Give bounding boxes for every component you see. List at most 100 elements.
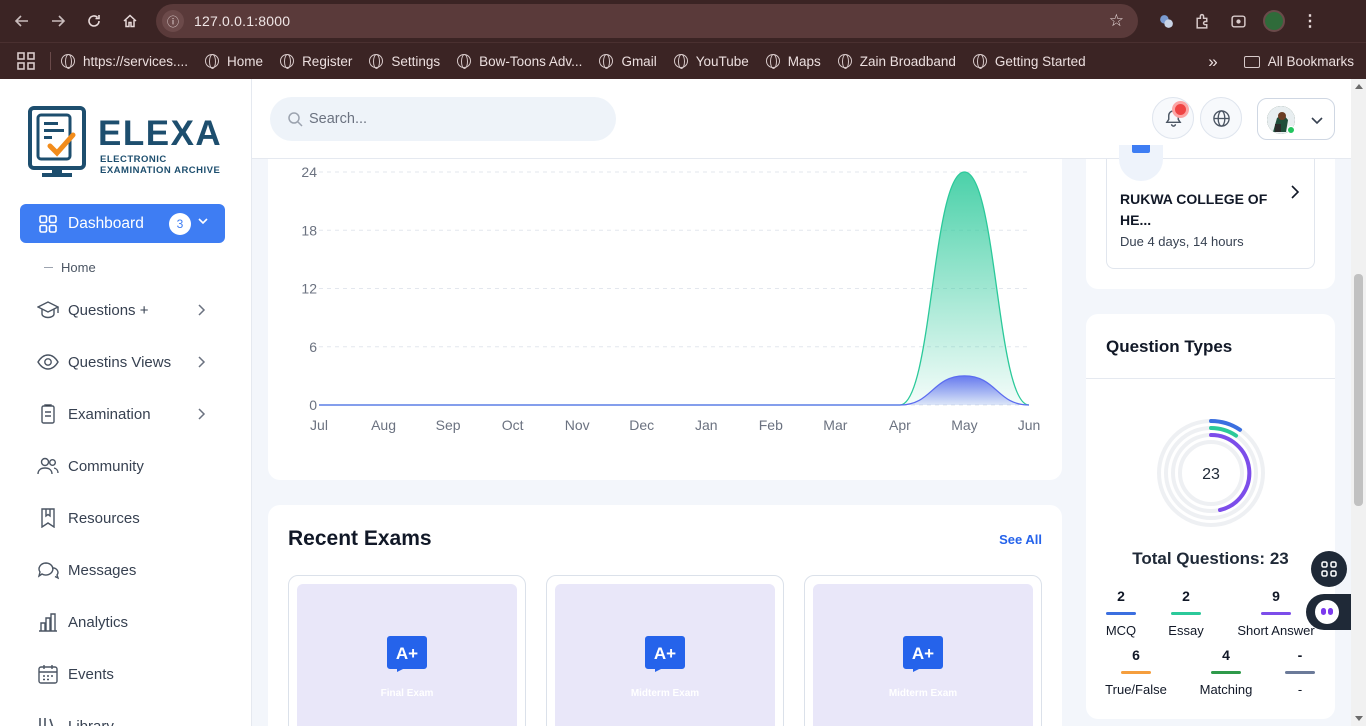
exam-card[interactable]: A+ Midterm Exam (804, 575, 1042, 726)
bookmark-star-icon[interactable]: ☆ (1109, 12, 1124, 29)
online-status-dot (1287, 126, 1295, 134)
sidebar-item-messages[interactable]: Messages (36, 555, 216, 585)
globe-icon (765, 54, 780, 69)
stat-value: 9 (1272, 588, 1280, 604)
globe-icon (837, 54, 852, 69)
sidebar-item-library[interactable]: Library (36, 711, 216, 726)
bookmark-item[interactable]: https://services.... (61, 54, 188, 69)
browser-menu-icon[interactable]: ⋮ (1296, 7, 1324, 35)
globe-icon (457, 54, 472, 69)
y-tick-label: 6 (309, 339, 317, 355)
scroll-thumb[interactable] (1354, 274, 1363, 506)
y-tick-label: 12 (301, 281, 317, 297)
stat-label: - (1297, 682, 1303, 697)
graduation-cap-icon (36, 299, 60, 321)
address-bar[interactable]: ⓘ 127.0.0.1:8000 ☆ (156, 4, 1138, 38)
exam-name: Final Exam (380, 688, 434, 699)
url-text[interactable]: 127.0.0.1:8000 (194, 13, 290, 29)
more-bookmarks-button[interactable]: » (1208, 52, 1217, 72)
stat-value: 6 (1132, 647, 1140, 663)
bookmarks-bar: https://services.... Home Register Setti… (0, 42, 1366, 79)
logo[interactable]: ELEXA ELECTRONIC EXAMINATION ARCHIVE (28, 106, 221, 178)
bookmark-item[interactable]: Home (205, 54, 263, 69)
sidebar-item-resources[interactable]: Resources (36, 503, 216, 533)
sidebar-item-label: Community (68, 457, 144, 475)
chevron-right-icon[interactable] (1290, 185, 1300, 199)
deadline-item[interactable]: RUKWA COLLEGE OF HE... Due 4 days, 14 ho… (1106, 145, 1315, 269)
sidebar-item-questions-views[interactable]: Questins Views (36, 347, 216, 377)
total-value: 23 (1269, 549, 1289, 568)
sidebar-item-events[interactable]: Events (36, 659, 216, 689)
dashboard-count-badge: 3 (169, 213, 191, 235)
scroll-down-arrow-icon[interactable] (1355, 716, 1363, 721)
chatbot-button[interactable] (1306, 594, 1351, 630)
y-tick-label: 0 (309, 397, 317, 413)
forward-arrow-icon[interactable] (40, 3, 76, 39)
extension-icon[interactable] (1152, 7, 1180, 35)
globe-icon (369, 54, 384, 69)
bookmark-item[interactable]: Settings (369, 54, 440, 69)
x-tick-label: Feb (759, 417, 783, 433)
search-box[interactable] (270, 97, 616, 141)
sidebar-item-label: Analytics (68, 613, 129, 631)
bookmark-label: Zain Broadband (859, 53, 956, 69)
bookmark-item[interactable]: Maps (765, 54, 821, 69)
logo-title: ELEXA (98, 114, 223, 153)
scroll-up-arrow-icon[interactable] (1355, 84, 1363, 89)
bookmark-item[interactable]: Gmail (599, 54, 657, 69)
sidebar-item-community[interactable]: Community (36, 451, 216, 481)
robot-icon (1315, 600, 1339, 624)
bookmark-item[interactable]: Getting Started (972, 54, 1086, 69)
radial-chart: 23 (1157, 418, 1265, 527)
screenshot-icon[interactable] (1224, 7, 1252, 35)
apps-grid-icon[interactable] (16, 51, 36, 71)
bookmark-item[interactable]: YouTube (673, 54, 749, 69)
bookmark-icon (36, 507, 60, 529)
sidebar-item-questions[interactable]: Questions + (36, 295, 216, 325)
bookmark-item[interactable]: Register (280, 54, 352, 69)
eye-icon (36, 351, 60, 373)
chevron-down-icon (198, 218, 208, 225)
exam-card[interactable]: A+ Midterm Exam (546, 575, 784, 726)
exam-card[interactable]: A+ Final Exam (288, 575, 526, 726)
x-tick-label: Dec (629, 417, 654, 433)
notifications-button[interactable] (1152, 97, 1194, 139)
bookmark-item[interactable]: Zain Broadband (837, 53, 956, 69)
svg-text:A+: A+ (912, 644, 934, 663)
globe-icon (1212, 109, 1230, 127)
sidebar-item-examination[interactable]: Examination (36, 399, 216, 429)
sidebar-item-label: Events (68, 665, 114, 683)
quick-apps-button[interactable] (1311, 551, 1347, 587)
sidebar-item-analytics[interactable]: Analytics (36, 607, 216, 637)
area-chart: 0 6 12 18 24 Jul Aug Sep Oct Nov Dec Jan Feb Mar Apr M… (301, 164, 1040, 433)
exams-chart-card: 0 6 12 18 24 Jul Aug Sep Oct Nov Dec Jan Feb Mar Apr M… (268, 159, 1062, 480)
profile-icon[interactable] (1260, 7, 1288, 35)
x-tick-label: Jul (310, 417, 328, 433)
stat-true-false: 6 True/False (1096, 647, 1176, 697)
users-icon (36, 455, 60, 477)
site-info-icon[interactable]: ⓘ (162, 10, 184, 32)
sidebar-item-label: Questins Views (68, 353, 172, 371)
stat-other: - - (1260, 647, 1340, 697)
bookmark-item[interactable]: Bow-Toons Adv... (457, 54, 582, 69)
see-all-link[interactable]: See All (999, 532, 1042, 547)
back-arrow-icon[interactable] (4, 3, 40, 39)
search-input[interactable] (309, 111, 609, 127)
reload-icon[interactable] (76, 3, 112, 39)
user-menu-button[interactable] (1257, 98, 1335, 140)
all-bookmarks-button[interactable]: All Bookmarks (1243, 54, 1354, 69)
calendar-icon (36, 663, 60, 685)
stat-short-answer: 9 Short Answer (1236, 588, 1316, 638)
home-icon[interactable] (112, 3, 148, 39)
x-tick-label: Oct (502, 417, 524, 433)
bookmark-label: Bow-Toons Adv... (479, 53, 583, 69)
logo-subtitle: ELECTRONIC EXAMINATION ARCHIVE (100, 154, 221, 176)
sidebar-subitem-home[interactable]: Home (44, 260, 96, 275)
bookmark-label: Settings (391, 53, 441, 69)
page-scrollbar[interactable] (1351, 79, 1366, 726)
college-badge-icon (1119, 145, 1163, 181)
puzzle-icon[interactable] (1188, 7, 1216, 35)
language-button[interactable] (1200, 97, 1242, 139)
dashboard-button[interactable]: Dashboard 3 (20, 204, 225, 243)
stat-value: - (1297, 647, 1303, 663)
